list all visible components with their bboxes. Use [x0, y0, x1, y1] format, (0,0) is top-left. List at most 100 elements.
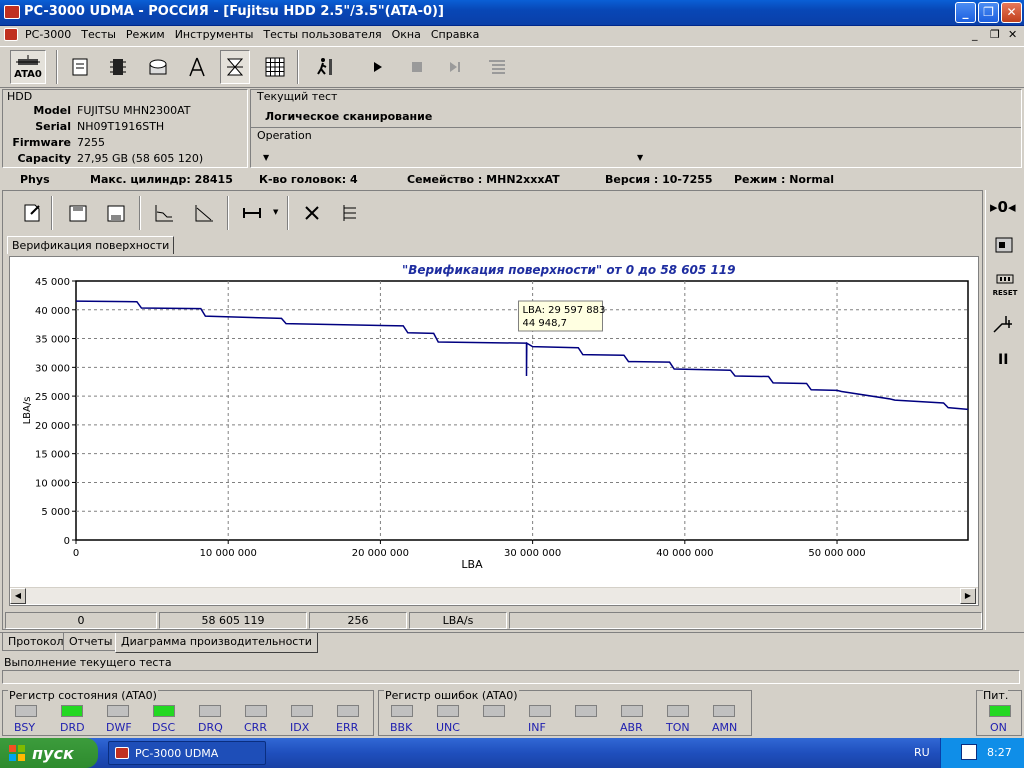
y-tick-label: 45 000	[35, 277, 70, 288]
y-tick-label: 5 000	[41, 507, 70, 518]
tests-button[interactable]	[220, 50, 250, 84]
reset-button[interactable]: RESET	[992, 272, 1018, 297]
menu-item-5[interactable]: Окна	[387, 26, 426, 43]
menu-item-6[interactable]: Справка	[426, 26, 484, 43]
main-toolbar: ATA0	[0, 46, 1024, 88]
start-button[interactable]: пуск	[0, 738, 98, 768]
hdd-group-label: HDD	[7, 90, 33, 103]
error-indicator-bit4	[575, 705, 597, 717]
performance-chart[interactable]: "Верификация поверхности" от 0 до 58 605…	[10, 257, 978, 587]
windows-logo-icon	[8, 744, 26, 762]
status-label-drd: DRD	[60, 721, 85, 734]
surface-test-window: ▼ Верификация поверхности "Верификация п…	[2, 190, 983, 630]
tab-surface-verification[interactable]: Верификация поверхности	[7, 236, 175, 254]
step-button[interactable]	[440, 50, 470, 84]
mdi-minimize-icon[interactable]: _	[972, 28, 978, 41]
test-settings-button[interactable]	[17, 196, 47, 230]
hammer-wrench-icon	[305, 206, 319, 220]
pin-icon	[993, 316, 1012, 333]
tab-reports[interactable]: Отчеты	[63, 633, 119, 651]
scroll-icon	[72, 58, 88, 76]
sleep-button[interactable]	[992, 312, 1016, 339]
y-tick-label: 10 000	[35, 478, 70, 489]
y-tick-label: 20 000	[35, 421, 70, 432]
language-indicator[interactable]: RU	[914, 746, 930, 759]
passport-button[interactable]	[65, 50, 95, 84]
range-start: 0	[5, 612, 157, 629]
reset-label: RESET	[992, 289, 1018, 297]
status-register-label: Регистр состояния (ATA0)	[8, 689, 158, 702]
scale-button[interactable]	[189, 196, 219, 230]
save-map-button[interactable]	[63, 196, 93, 230]
close-button[interactable]: ✕	[1001, 2, 1022, 23]
range-button[interactable]	[237, 196, 267, 230]
pause-icon[interactable]: II	[998, 352, 1008, 368]
status-label-err: ERR	[336, 721, 359, 734]
tree-button[interactable]	[335, 196, 365, 230]
menu-item-3[interactable]: Инструменты	[170, 26, 259, 43]
tab-protocol[interactable]: Протокол	[2, 633, 70, 651]
power-cycle-icon[interactable]: ▸0◂	[990, 198, 1016, 216]
tree-icon	[343, 205, 356, 221]
compass-icon	[189, 57, 205, 77]
start-label: пуск	[32, 743, 74, 763]
list-button[interactable]	[482, 50, 512, 84]
save-icon	[69, 205, 87, 222]
minimize-button[interactable]: _	[955, 2, 976, 23]
bottom-tabs: Протокол Отчеты Диаграмма производительн…	[0, 632, 1024, 654]
scroll-left-icon[interactable]: ◀	[10, 588, 26, 604]
power-state: ON	[990, 721, 1007, 734]
app-icon[interactable]	[4, 5, 20, 19]
chip-button[interactable]	[103, 50, 133, 84]
app-menu-icon[interactable]	[4, 28, 18, 41]
family: Семейство : MHN2xxxAT	[407, 173, 560, 186]
error-indicator-inf	[529, 705, 551, 717]
menu-item-1[interactable]: Тесты	[76, 26, 121, 43]
progress-bar	[2, 670, 1020, 684]
play-icon	[374, 62, 382, 72]
play-button[interactable]	[363, 50, 393, 84]
ata0-button[interactable]: ATA0	[10, 50, 46, 84]
reset-icon	[996, 274, 1014, 284]
map-button[interactable]	[260, 50, 290, 84]
error-indicator-abr	[621, 705, 643, 717]
stop-button[interactable]	[402, 50, 432, 84]
error-label-unc: UNC	[436, 721, 460, 734]
menu-item-4[interactable]: Тесты пользователя	[258, 26, 386, 43]
tools-button[interactable]	[297, 196, 327, 230]
toolbar-separator	[297, 50, 299, 84]
chart-mode-button[interactable]	[149, 196, 179, 230]
load-map-button[interactable]	[101, 196, 131, 230]
status-label-dwf: DWF	[106, 721, 132, 734]
scroll-right-icon[interactable]: ▶	[960, 588, 976, 604]
x-tick-label: 30 000 000	[504, 548, 561, 559]
taskbar: пуск PC-3000 UDMA RU 8:27	[0, 738, 1024, 768]
range-dropdown-arrow-icon[interactable]: ▼	[273, 208, 278, 216]
mdi-restore-icon[interactable]: ❐	[990, 28, 1000, 41]
hourglass-icon	[226, 58, 244, 76]
taskbar-app-button[interactable]: PC-3000 UDMA	[108, 741, 266, 765]
status-indicator-dsc	[153, 705, 175, 717]
menu-item-0[interactable]: PC-3000	[20, 26, 76, 43]
exit-button[interactable]	[310, 50, 340, 84]
tools-button[interactable]	[182, 50, 212, 84]
maximize-button[interactable]: ❐	[978, 2, 999, 23]
hdd-power-button[interactable]	[994, 234, 1014, 257]
tray-monitor-icon[interactable]	[961, 744, 977, 760]
tooltip-value: 44 948,7	[522, 318, 567, 329]
operation-dropdown-arrow-icon[interactable]: ▼	[637, 153, 643, 162]
disk-button[interactable]	[143, 50, 173, 84]
chart-horizontal-scrollbar[interactable]: ◀ ▶	[10, 587, 978, 604]
taskbar-app-icon	[115, 747, 129, 759]
mode: Режим : Normal	[734, 173, 835, 186]
status-indicator-bsy	[15, 705, 37, 717]
mdi-close-icon[interactable]: ✕	[1008, 28, 1017, 41]
operation-dropdown-arrow-icon[interactable]: ▼	[263, 153, 269, 162]
x-tick-label: 20 000 000	[352, 548, 409, 559]
tooltip-lba: LBA: 29 597 883	[522, 305, 605, 316]
side-toolbar: ▸0◂ RESET II	[985, 190, 1022, 630]
tab-performance-diagram[interactable]: Диаграмма производительности	[115, 633, 318, 653]
menu-item-2[interactable]: Режим	[121, 26, 170, 43]
operation-label: Operation	[257, 129, 312, 142]
status-text: Выполнение текущего теста	[4, 656, 172, 669]
